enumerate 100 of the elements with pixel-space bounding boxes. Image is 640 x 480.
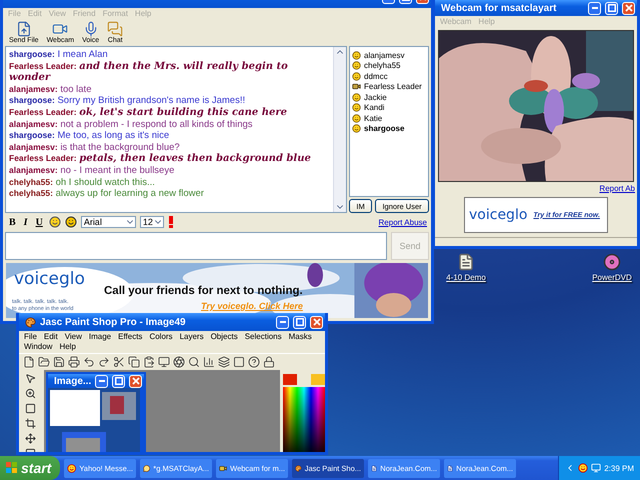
scissors-icon[interactable] <box>113 356 125 368</box>
video-camera-icon <box>352 82 361 92</box>
save-icon[interactable] <box>53 356 65 368</box>
document-icon <box>447 462 454 474</box>
copy-icon[interactable] <box>128 356 140 368</box>
scrollbar[interactable] <box>333 47 346 212</box>
chat-message: shargoose: Sorry my British grandson's name is James!! <box>9 95 246 107</box>
file-upload-icon <box>16 21 32 37</box>
bold-button[interactable]: B <box>7 216 18 228</box>
maximize-icon <box>608 4 616 12</box>
bar-chart-icon[interactable] <box>203 356 215 368</box>
windows-logo-icon <box>6 462 18 474</box>
search-icon[interactable] <box>188 356 200 368</box>
chat-message: chelyha55: always up for learning a new flower <box>9 188 205 200</box>
minimize-button[interactable] <box>95 374 108 388</box>
smiley-icon[interactable] <box>48 216 61 228</box>
close-icon <box>312 318 320 326</box>
minimize-button[interactable] <box>588 2 601 14</box>
menu-item[interactable]: Edit <box>44 332 58 342</box>
disc-icon[interactable] <box>603 253 621 271</box>
menu-item[interactable]: Colors <box>149 332 173 342</box>
menu-item[interactable]: View <box>64 332 82 342</box>
minimize-icon <box>592 7 598 9</box>
menu-item[interactable]: Objects <box>210 332 238 342</box>
report-abuse-link[interactable]: Report Ab <box>599 184 635 193</box>
user-name[interactable]: alanjamesv <box>364 50 404 60</box>
chat-message: shargoose: I mean Alan <box>9 49 109 61</box>
foreground-color-swatch[interactable] <box>283 374 297 385</box>
start-button[interactable]: start <box>0 456 60 480</box>
report-abuse-link[interactable]: Report Abuse <box>378 218 427 226</box>
speech-bubbles-icon <box>107 21 124 37</box>
user-name[interactable]: Jackie <box>364 92 387 102</box>
palette-icon <box>25 316 36 328</box>
size-select[interactable]: 12 <box>140 216 164 228</box>
exclamation-icon[interactable] <box>168 216 174 228</box>
zoom-icon[interactable] <box>24 388 36 399</box>
pointer-icon[interactable] <box>24 373 36 384</box>
chat-message: Fearless Leader: petals, then leaves then background blue <box>9 153 312 165</box>
monitor-icon[interactable] <box>158 356 170 368</box>
maximize-button[interactable] <box>112 374 126 388</box>
user-name[interactable]: chelyha55 <box>364 61 400 70</box>
menu-item[interactable]: Help <box>59 342 76 352</box>
move-icon[interactable] <box>24 433 36 444</box>
user-name[interactable]: Fearless Leader <box>364 82 422 92</box>
underline-button[interactable]: U <box>34 216 45 228</box>
paste-icon[interactable] <box>143 356 155 368</box>
menu-item[interactable]: Masks <box>288 332 312 342</box>
document-icon <box>371 462 378 474</box>
menu-item[interactable]: Window <box>24 342 52 352</box>
user-name[interactable]: ddmcc <box>364 72 388 81</box>
smiley-icon[interactable] <box>578 463 588 473</box>
layers-icon[interactable] <box>218 356 230 368</box>
desktop-icon-label[interactable]: PowerDVD <box>592 273 632 282</box>
menu-item[interactable]: Image <box>88 332 112 342</box>
minimize-button[interactable] <box>276 316 289 328</box>
help-icon[interactable] <box>248 356 260 368</box>
smiley-icon <box>352 103 361 112</box>
clock: 2:39 PM <box>604 464 634 472</box>
smiley-icon[interactable] <box>64 216 77 228</box>
open-folder-icon[interactable] <box>38 356 50 368</box>
ad-brand: voiceglo <box>14 269 85 289</box>
font-select[interactable]: Arial <box>80 216 136 228</box>
menu-item[interactable]: Layers <box>180 332 204 342</box>
lock-icon[interactable] <box>263 356 275 368</box>
aperture-icon[interactable] <box>173 356 185 368</box>
chat-message: alanjamesv: no - I meant in the bullseye <box>9 164 176 177</box>
close-button[interactable] <box>129 374 142 388</box>
close-icon <box>624 4 632 12</box>
menu-item[interactable]: Effects <box>118 332 142 342</box>
new-file-icon[interactable] <box>23 356 35 368</box>
close-button[interactable] <box>622 2 635 14</box>
minimize-icon <box>98 380 105 382</box>
undo-icon[interactable] <box>83 356 95 368</box>
maximize-button[interactable] <box>293 316 306 328</box>
menu-item[interactable]: File <box>24 332 37 342</box>
chat-message: alanjamesv: is that the background blue? <box>9 142 181 153</box>
chat-message: alanjamesv: not a problem - I respond to all kinds of things <box>9 118 254 130</box>
chat-message: shargoose: Me too, as long as it's nice <box>9 130 170 142</box>
smiley-icon <box>352 92 361 102</box>
smiley-icon <box>352 50 361 60</box>
menu-item[interactable]: Selections <box>244 332 282 342</box>
message-input[interactable] <box>5 232 387 260</box>
selection-icon[interactable] <box>24 403 36 414</box>
crop-icon[interactable] <box>24 418 36 429</box>
chat-message: Fearless Leader: ok, let's start building this cane here <box>9 106 288 119</box>
color-palette[interactable] <box>283 387 325 452</box>
italic-button[interactable]: I <box>22 216 30 228</box>
redo-icon[interactable] <box>98 356 110 368</box>
user-name[interactable]: Katie <box>364 114 382 123</box>
user-name[interactable]: shargoose <box>364 124 404 134</box>
minimize-icon <box>280 321 286 323</box>
maximize-button[interactable] <box>605 2 618 14</box>
desktop-icon-label[interactable]: 4-10 Demo <box>446 273 486 282</box>
user-name[interactable]: Kandi <box>364 103 384 112</box>
window-title: Image... <box>54 376 92 386</box>
background-color-swatch[interactable] <box>311 374 325 385</box>
close-button[interactable] <box>310 316 323 328</box>
document-icon[interactable] <box>457 253 475 271</box>
window-icon[interactable] <box>233 356 245 368</box>
printer-icon[interactable] <box>68 356 80 368</box>
